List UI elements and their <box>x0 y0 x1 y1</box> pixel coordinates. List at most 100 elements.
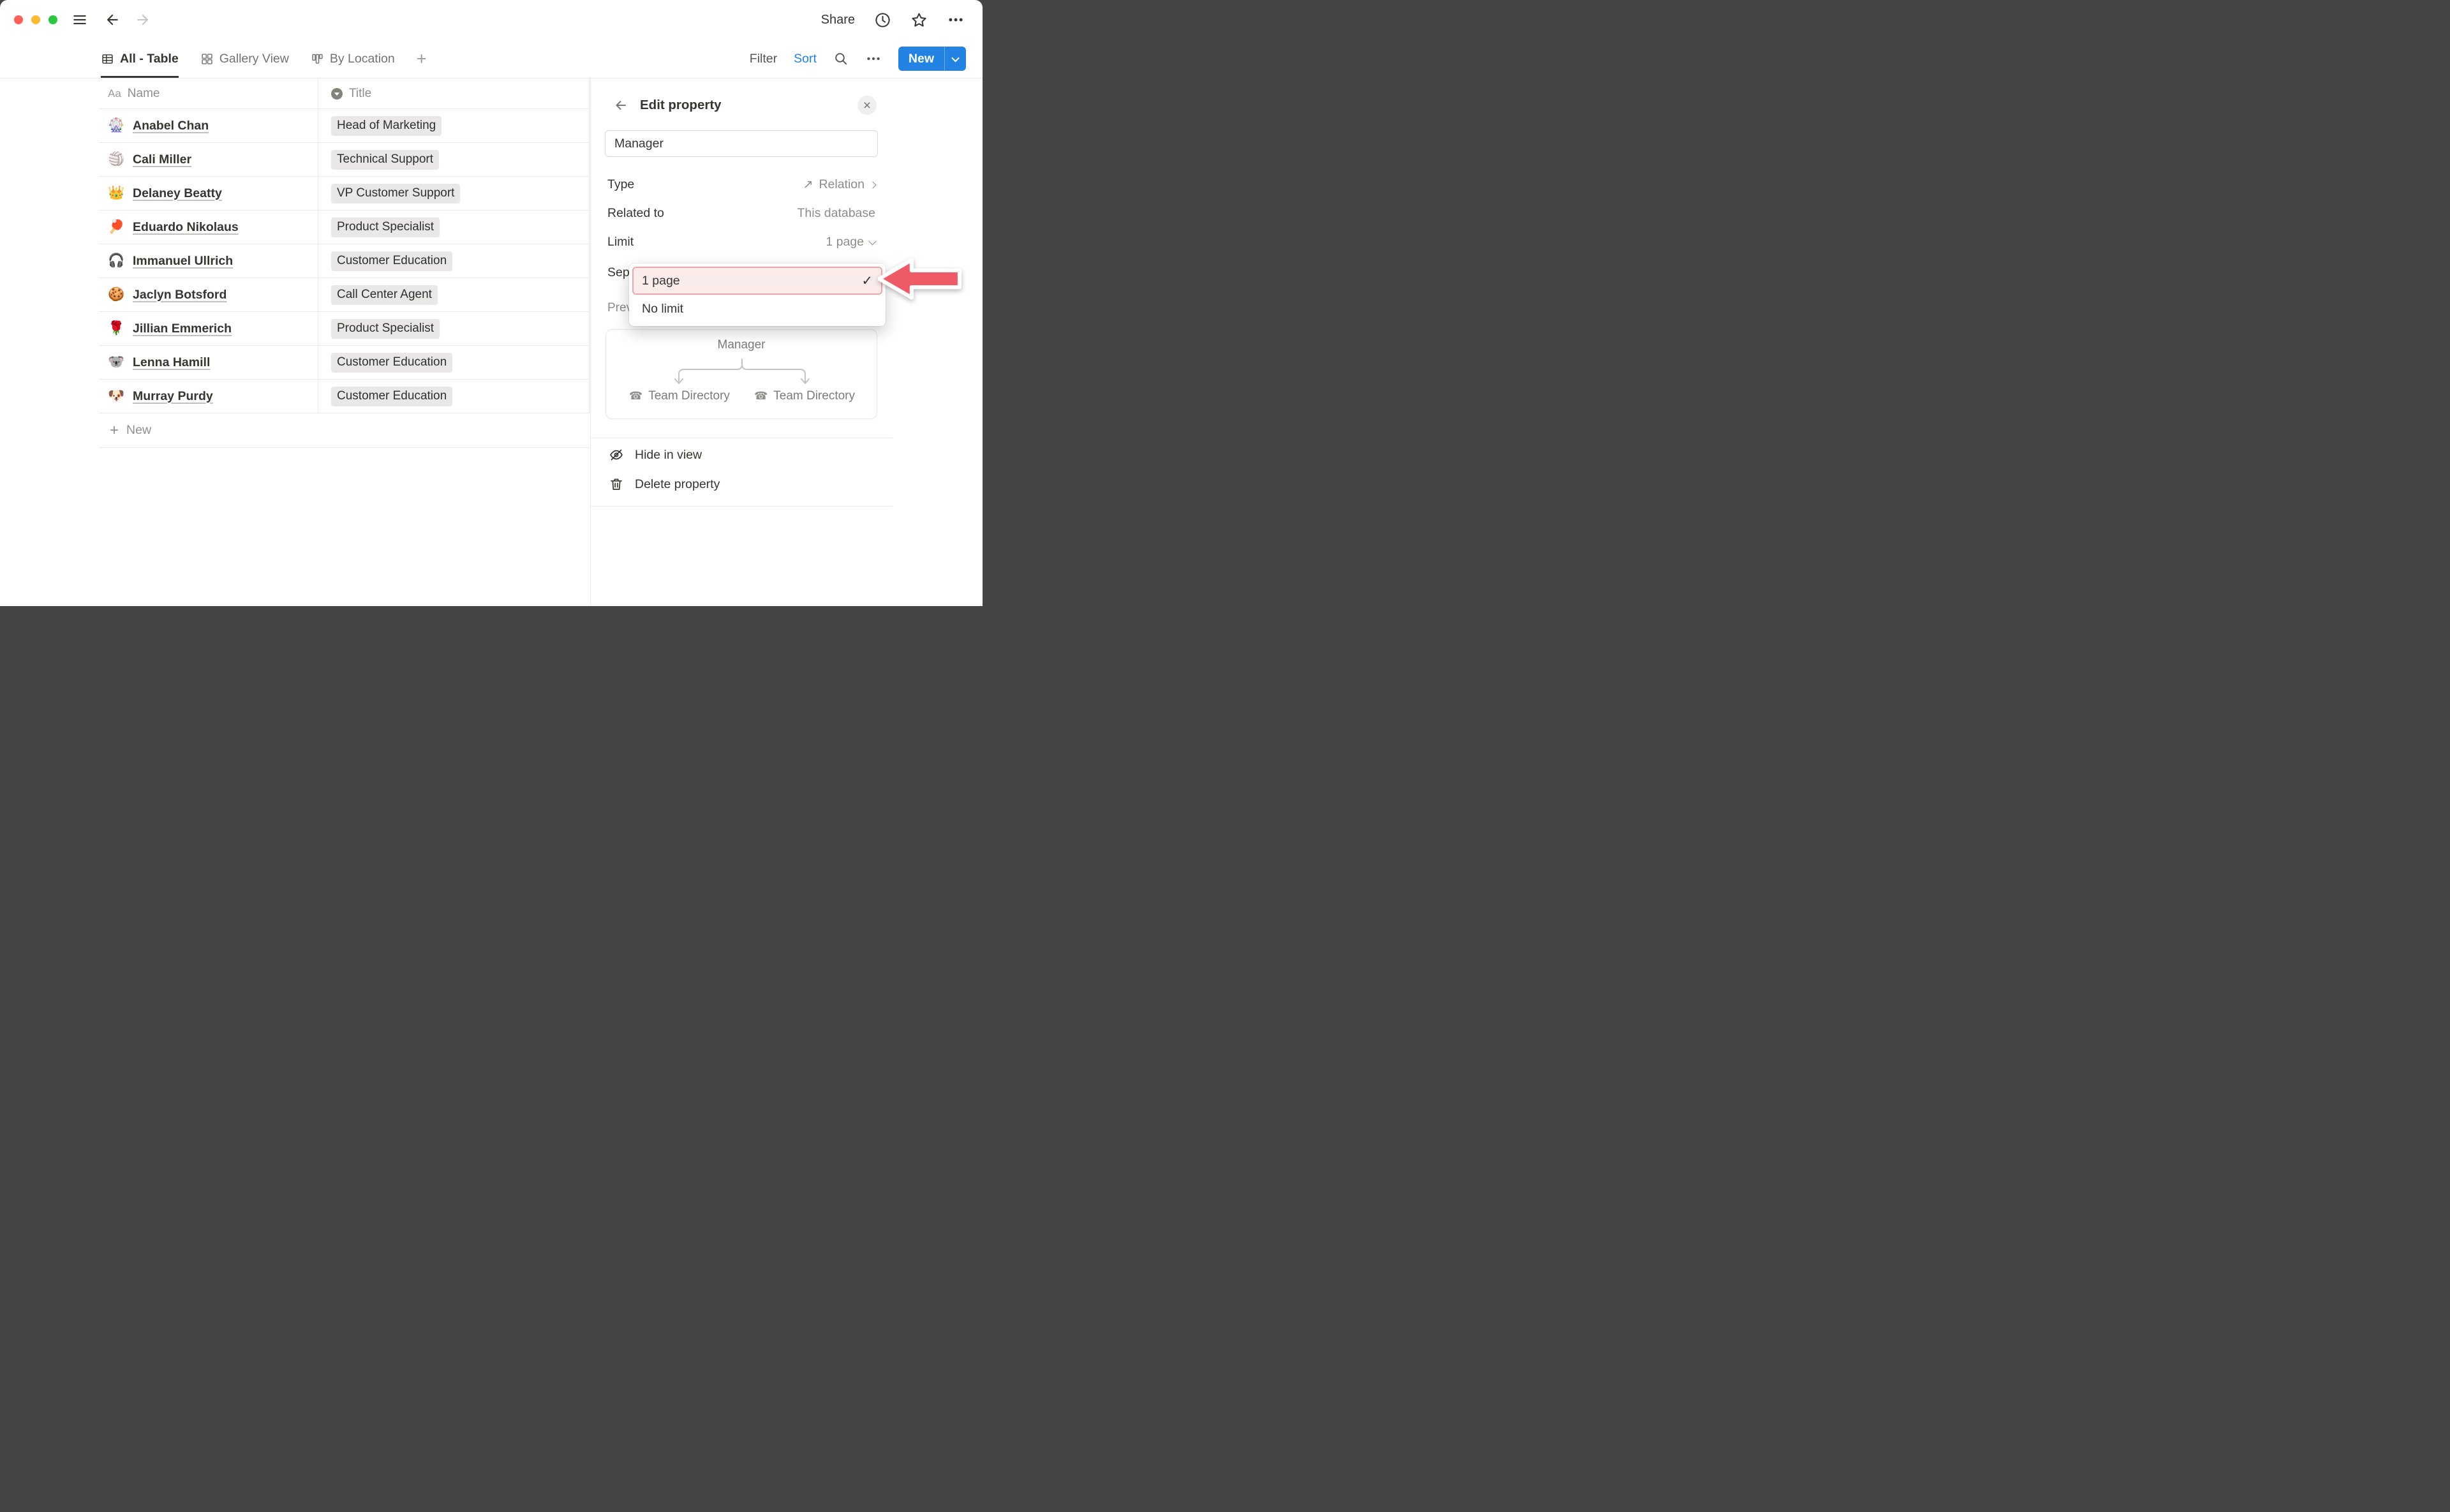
table-row[interactable]: 🐶 Murray Purdy Customer Education <box>99 380 590 413</box>
table-row[interactable]: 🐨 Lenna Hamill Customer Education <box>99 346 590 380</box>
view-options-icon[interactable] <box>865 50 882 67</box>
select-property-icon <box>331 88 343 100</box>
new-row-button[interactable]: + New <box>99 413 590 448</box>
panel-actions: Hide in view Delete property <box>591 440 892 499</box>
new-dropdown-button[interactable] <box>945 47 966 71</box>
field-type[interactable]: Type ↗ Relation <box>591 170 892 199</box>
field-value[interactable]: 1 page <box>826 235 875 249</box>
share-button[interactable]: Share <box>821 13 855 27</box>
name-cell[interactable]: 🐨 Lenna Hamill <box>99 346 318 380</box>
table-row[interactable]: 🍪 Jaclyn Botsford Call Center Agent <box>99 278 590 312</box>
field-value[interactable]: ↗ Relation <box>803 177 875 192</box>
zoom-window-button[interactable] <box>48 15 57 24</box>
title-cell[interactable]: Product Specialist <box>318 211 590 244</box>
dropdown-option-1-page[interactable]: 1 page ✓ <box>632 267 882 295</box>
edit-property-panel: Edit property × Type ↗ Relation Related … <box>590 78 983 606</box>
table-row[interactable]: 👑 Delaney Beatty VP Customer Support <box>99 177 590 211</box>
new-button-label[interactable]: New <box>898 47 944 71</box>
add-view-icon[interactable]: + <box>417 50 427 68</box>
title-cell[interactable]: Call Center Agent <box>318 278 590 312</box>
page-emoji: 🐨 <box>108 355 125 370</box>
favorite-star-icon[interactable] <box>910 11 928 29</box>
chevron-down-icon <box>951 54 960 62</box>
title-cell[interactable]: Technical Support <box>318 143 590 177</box>
title-cell[interactable]: Customer Education <box>318 380 590 413</box>
dropdown-option-no-limit[interactable]: No limit <box>632 295 882 323</box>
name-cell[interactable]: 🍪 Jaclyn Botsford <box>99 278 318 312</box>
name-cell[interactable]: 🎧 Immanuel Ullrich <box>99 244 318 278</box>
page-link[interactable]: Lenna Hamill <box>133 355 210 370</box>
title-cell[interactable]: VP Customer Support <box>318 177 590 211</box>
page-link[interactable]: Immanuel Ullrich <box>133 254 233 269</box>
table-row[interactable]: 🎧 Immanuel Ullrich Customer Education <box>99 244 590 278</box>
hide-in-view-button[interactable]: Hide in view <box>591 440 892 470</box>
name-cell[interactable]: 🎡 Anabel Chan <box>99 109 318 143</box>
clipped-separate-label: Sep <box>607 265 630 280</box>
titlebar: Share <box>0 0 983 40</box>
field-limit[interactable]: Limit 1 page <box>591 228 892 256</box>
page-link[interactable]: Jaclyn Botsford <box>133 288 226 302</box>
title-cell[interactable]: Product Specialist <box>318 312 590 346</box>
back-icon[interactable] <box>103 11 120 28</box>
page-link[interactable]: Cali Miller <box>133 152 191 167</box>
field-label: Related to <box>607 206 664 221</box>
table-row[interactable]: 🌹 Jillian Emmerich Product Specialist <box>99 312 590 346</box>
clock-icon[interactable] <box>874 11 891 29</box>
page-emoji: 🎧 <box>108 253 125 269</box>
select-tag: VP Customer Support <box>331 184 460 204</box>
title-cell[interactable]: Head of Marketing <box>318 109 590 143</box>
sort-button[interactable]: Sort <box>794 52 817 66</box>
delete-property-button[interactable]: Delete property <box>591 470 892 499</box>
table-row[interactable]: 🏓 Eduardo Nikolaus Product Specialist <box>99 211 590 244</box>
relation-connector-lines <box>606 359 878 388</box>
page-link[interactable]: Jillian Emmerich <box>133 322 232 336</box>
minimize-window-button[interactable] <box>31 15 40 24</box>
limit-dropdown-menu: 1 page ✓ No limit <box>629 263 886 326</box>
close-window-button[interactable] <box>14 15 23 24</box>
name-cell[interactable]: 🌹 Jillian Emmerich <box>99 312 318 346</box>
table-view-icon <box>101 52 114 66</box>
select-tag: Product Specialist <box>331 319 440 339</box>
tab-all-table[interactable]: All - Table <box>101 40 179 78</box>
field-value-text: 1 page <box>826 235 864 249</box>
panel-back-icon[interactable] <box>612 98 628 113</box>
new-row-label: New <box>126 423 151 438</box>
page-link[interactable]: Eduardo Nikolaus <box>133 220 239 235</box>
title-cell[interactable]: Customer Education <box>318 346 590 380</box>
name-cell[interactable]: 🐶 Murray Purdy <box>99 380 318 413</box>
table-row[interactable]: 🏐 Cali Miller Technical Support <box>99 143 590 177</box>
tab-gallery-view[interactable]: Gallery View <box>200 40 289 78</box>
field-value-text: This database <box>798 206 876 221</box>
more-options-icon[interactable] <box>947 11 965 29</box>
panel-close-icon[interactable]: × <box>858 96 877 115</box>
page-emoji: 🍪 <box>108 287 125 302</box>
field-value[interactable]: This database <box>798 206 876 221</box>
chevron-down-icon <box>868 237 877 246</box>
sidebar-menu-icon[interactable] <box>71 11 88 28</box>
title-cell[interactable]: Customer Education <box>318 244 590 278</box>
column-header-name[interactable]: Aa Name <box>99 78 318 109</box>
search-icon[interactable] <box>833 51 849 66</box>
property-name-input[interactable] <box>605 130 878 157</box>
name-cell[interactable]: 🏐 Cali Miller <box>99 143 318 177</box>
filter-button[interactable]: Filter <box>750 52 777 66</box>
column-label: Name <box>128 87 160 101</box>
new-button[interactable]: New <box>898 47 966 71</box>
page-link[interactable]: Anabel Chan <box>133 119 209 133</box>
tab-by-location[interactable]: By Location <box>311 40 395 78</box>
preview-child-item: ☎ Team Directory <box>629 389 730 403</box>
page-link[interactable]: Delaney Beatty <box>133 186 222 201</box>
phone-icon: ☎ <box>754 390 768 403</box>
name-cell[interactable]: 🏓 Eduardo Nikolaus <box>99 211 318 244</box>
action-label: Hide in view <box>635 448 702 463</box>
tab-label: Gallery View <box>219 52 289 66</box>
page-emoji: 🌹 <box>108 321 125 336</box>
property-fields: Type ↗ Relation Related to This database… <box>591 170 892 256</box>
name-cell[interactable]: 👑 Delaney Beatty <box>99 177 318 211</box>
page-link[interactable]: Murray Purdy <box>133 389 213 404</box>
column-header-title[interactable]: Title <box>318 78 590 109</box>
forward-icon[interactable] <box>135 11 152 28</box>
preview-parent-label: Manager <box>606 338 877 352</box>
table-row[interactable]: 🎡 Anabel Chan Head of Marketing <box>99 109 590 143</box>
field-related-to[interactable]: Related to This database <box>591 199 892 228</box>
